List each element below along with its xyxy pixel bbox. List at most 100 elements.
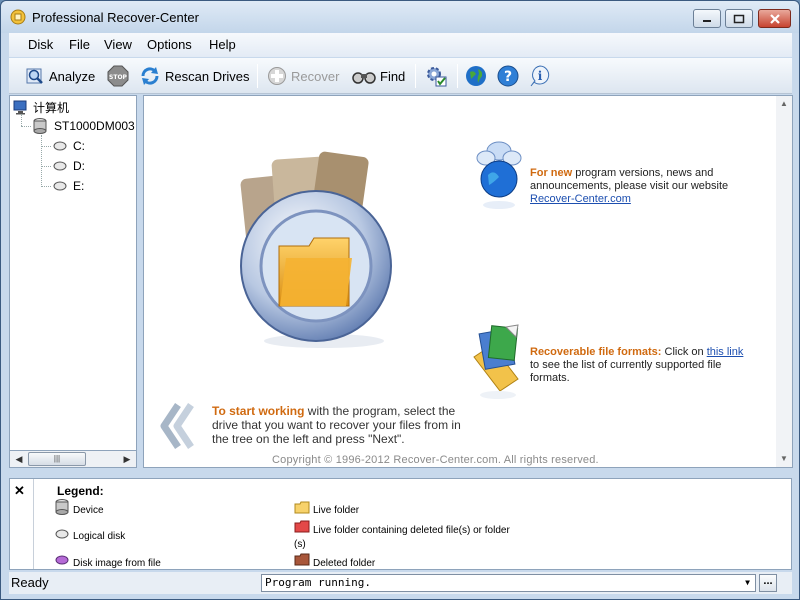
- recover-button[interactable]: Recover: [267, 64, 339, 88]
- menu-bar: Disk File View Options Help: [9, 33, 792, 57]
- dropdown-arrow-icon[interactable]: ▼: [741, 576, 754, 590]
- window-title: Professional Recover-Center: [32, 10, 199, 25]
- logical-disk-icon: [53, 141, 67, 151]
- settings-icon: [427, 67, 447, 87]
- menu-view[interactable]: View: [104, 37, 132, 52]
- hard-disk-icon: [33, 118, 47, 134]
- rescan-drives-button[interactable]: Rescan Drives: [139, 64, 250, 88]
- globe-icon: [466, 66, 486, 86]
- close-button[interactable]: [758, 9, 791, 28]
- tree-connector: [41, 146, 51, 147]
- menu-disk[interactable]: Disk: [28, 37, 53, 52]
- tree-connector: [41, 166, 51, 167]
- title-bar[interactable]: Professional Recover-Center: [1, 1, 799, 33]
- computer-icon: [13, 100, 27, 115]
- toolbar-separator: [415, 64, 416, 88]
- start-instructions: To start working with the program, selec…: [212, 404, 477, 446]
- legend-image-label: Disk image from file: [73, 558, 161, 569]
- legend-close-button[interactable]: ✕: [14, 483, 25, 499]
- drive-tree[interactable]: 计算机 ST1000DM003 C: D: E:: [9, 95, 137, 468]
- legend-live-deleted-suffix: (s): [294, 539, 306, 550]
- main-vertical-scrollbar[interactable]: ▲ ▼: [776, 96, 792, 467]
- tree-node-drive-d[interactable]: D:: [53, 159, 85, 173]
- maximize-button[interactable]: [725, 9, 753, 28]
- file-formats-icon: [473, 324, 519, 399]
- plus-icon: [268, 67, 286, 85]
- scroll-down-arrow[interactable]: ▼: [776, 451, 792, 467]
- maximize-icon: [733, 14, 745, 23]
- deleted-folder-icon: [294, 553, 310, 566]
- logical-disk-icon: [55, 529, 69, 539]
- toolbar-separator: [257, 64, 258, 88]
- legend-deleted-label: Deleted folder: [313, 558, 376, 569]
- tree-node-drive-label: E:: [73, 179, 85, 193]
- logical-disk-icon: [53, 161, 67, 171]
- toolbar: Analyze STOP Rescan Drives Recover Find …: [9, 58, 792, 94]
- start-heading: To start working: [212, 404, 305, 418]
- news-text-line2: announcements, please visit our website: [530, 180, 729, 192]
- find-button[interactable]: Find: [352, 64, 405, 88]
- website-button[interactable]: [465, 64, 487, 88]
- disk-image-icon: [55, 555, 69, 565]
- menu-file[interactable]: File: [69, 37, 90, 52]
- tree-horizontal-scrollbar[interactable]: ◀ ||| ▶: [9, 450, 137, 468]
- legend-panel: ✕ Legend: Device Logical disk Disk image…: [9, 478, 792, 570]
- scroll-right-arrow[interactable]: ▶: [119, 452, 135, 466]
- news-text: For new program versions, news and annou…: [530, 167, 780, 206]
- analyze-button[interactable]: Analyze: [25, 64, 95, 88]
- svg-text:i: i: [538, 69, 543, 83]
- settings-button[interactable]: [424, 64, 448, 88]
- log-dropdown[interactable]: Program running. ▼: [261, 574, 756, 592]
- tree-connector: [41, 135, 42, 187]
- legend-live-deleted-label: Live folder containing deleted file(s) o…: [313, 525, 510, 536]
- tree-node-drive-label: C:: [73, 139, 85, 153]
- status-text: Ready: [11, 575, 49, 590]
- status-bar: Ready Program running. ▼ ...: [9, 572, 792, 594]
- stop-icon: STOP: [107, 65, 129, 87]
- device-icon: [55, 499, 69, 515]
- app-window: Professional Recover-Center Disk File Vi…: [0, 0, 800, 600]
- close-icon: [769, 13, 780, 24]
- formats-link[interactable]: this link: [707, 346, 744, 358]
- toolbar-separator: [457, 64, 458, 88]
- tree-connector: [21, 126, 31, 127]
- formats-heading: Recoverable file formats:: [530, 346, 662, 358]
- copyright-text: Copyright © 1996-2012 Recover-Center.com…: [272, 454, 599, 466]
- formats-text-line3: formats.: [530, 372, 570, 384]
- legend-live-label: Live folder: [313, 505, 360, 516]
- about-button[interactable]: i: [529, 64, 551, 88]
- logical-disk-icon: [53, 181, 67, 191]
- tree-node-drive-label: D:: [73, 159, 85, 173]
- tree-node-drive-c[interactable]: C:: [53, 139, 85, 153]
- help-button[interactable]: ?: [497, 64, 519, 88]
- tree-node-drive-e[interactable]: E:: [53, 179, 84, 193]
- welcome-panel: For new program versions, news and annou…: [143, 95, 793, 468]
- minimize-icon: [703, 19, 711, 22]
- analyze-label: Analyze: [49, 68, 96, 84]
- news-heading: For new: [530, 167, 573, 179]
- rescan-drives-label: Rescan Drives: [165, 68, 250, 84]
- tree-node-disk-label: ST1000DM003: [54, 119, 135, 133]
- formats-text-line2: to see the list of currently supported f…: [530, 359, 722, 371]
- legend-logical-label: Logical disk: [73, 531, 126, 542]
- menu-help[interactable]: Help: [209, 37, 236, 52]
- log-dropdown-value: Program running.: [265, 576, 371, 589]
- refresh-icon: [141, 67, 159, 85]
- stop-button[interactable]: STOP: [107, 64, 129, 88]
- scroll-left-arrow[interactable]: ◀: [11, 452, 27, 466]
- live-folder-icon: [294, 501, 310, 514]
- scroll-up-arrow[interactable]: ▲: [776, 96, 792, 112]
- app-icon: [10, 9, 26, 25]
- info-icon: i: [530, 65, 550, 87]
- website-link[interactable]: Recover-Center.com: [530, 193, 631, 205]
- scroll-thumb[interactable]: |||: [28, 452, 86, 466]
- log-more-button[interactable]: ...: [759, 574, 777, 592]
- svg-text:STOP: STOP: [109, 74, 128, 81]
- news-globe-icon: [476, 141, 522, 209]
- tree-connector: [21, 114, 22, 126]
- tree-node-disk[interactable]: ST1000DM003: [33, 118, 135, 134]
- legend-title: Legend:: [57, 484, 104, 498]
- minimize-button[interactable]: [693, 9, 721, 28]
- menu-options[interactable]: Options: [147, 37, 192, 52]
- analyze-icon: [26, 68, 43, 84]
